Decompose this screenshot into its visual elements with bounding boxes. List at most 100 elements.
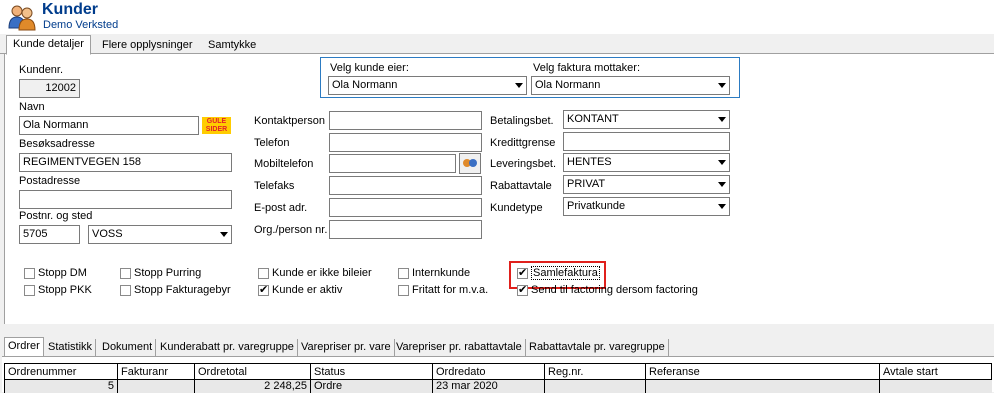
mottaker-select[interactable]: Ola Normann	[531, 76, 730, 95]
column-header[interactable]: Ordredato	[432, 363, 544, 380]
navn-field[interactable]: Ola Normann	[19, 116, 199, 135]
column-header[interactable]: Fakturanr	[117, 363, 194, 380]
besok-field[interactable]: REGIMENTVEGEN 158	[19, 153, 232, 172]
fritatt-mva-checkbox[interactable]	[398, 285, 409, 296]
cell-status[interactable]: Ordre	[310, 380, 432, 393]
post-label: Postadresse	[19, 175, 81, 187]
post-field[interactable]	[19, 190, 232, 209]
kundenr-label: Kundenr.	[19, 64, 64, 76]
tab-kunde-detaljer[interactable]: Kunde detaljer	[6, 35, 91, 55]
app-subtitle: Demo Verksted	[43, 19, 119, 31]
internkunde-checkbox[interactable]	[398, 268, 409, 279]
orders-grid: Ordrenummer Fakturanr Ordretotal Status …	[2, 356, 994, 393]
kundetype-value: Privatkunde	[567, 200, 626, 212]
sted-value: VOSS	[92, 228, 123, 240]
column-header[interactable]: Reg.nr.	[544, 363, 645, 380]
kundenr-field: 12002	[19, 79, 80, 98]
cell-ordrenummer[interactable]: 5	[4, 380, 117, 393]
kontaktperson-label: Kontaktperson	[254, 115, 325, 127]
sted-select[interactable]: VOSS	[88, 225, 232, 244]
chevron-down-icon	[718, 182, 726, 187]
tab-statistikk[interactable]: Statistikk	[45, 339, 97, 356]
chevron-down-icon	[718, 160, 726, 165]
gule-sider-button[interactable]: GULE SIDER	[202, 117, 231, 134]
orgnr-field[interactable]	[329, 220, 482, 239]
rabatt-select[interactable]: PRIVAT	[563, 175, 730, 194]
eier-label: Velg kunde eier:	[330, 62, 409, 74]
mobil-field[interactable]	[329, 154, 456, 173]
telefon-field[interactable]	[329, 133, 482, 152]
factoring-label: Send til factoring dersom factoring	[531, 284, 698, 296]
samlefaktura-label: Samlefaktura	[531, 266, 600, 280]
rabatt-value: PRIVAT	[567, 178, 606, 190]
cell-regnr[interactable]	[544, 380, 645, 393]
telefaks-label: Telefaks	[254, 180, 295, 192]
tab-ordrer[interactable]: Ordrer	[4, 337, 44, 357]
cell-ordredato[interactable]: 23 mar 2020	[432, 380, 544, 393]
app-header: Kunder Demo Verksted	[0, 0, 994, 34]
stopp-fakturagebyr-label: Stopp Fakturagebyr	[134, 284, 231, 296]
stopp-purring-checkbox[interactable]	[120, 268, 131, 279]
tab-rabattavtale-varegruppe[interactable]: Rabattavtale pr. varegruppe	[526, 339, 669, 356]
tab-kunderabatt[interactable]: Kunderabatt pr. varegruppe	[157, 339, 298, 356]
kreditt-field[interactable]	[563, 132, 730, 151]
mottaker-value: Ola Normann	[535, 79, 601, 91]
cell-ordretotal[interactable]: 2 248,25	[194, 380, 310, 393]
navn-label: Navn	[19, 101, 45, 113]
column-header[interactable]: Ordrenummer	[4, 363, 117, 380]
samlefaktura-checkbox[interactable]	[517, 266, 528, 279]
aktiv-checkbox[interactable]	[258, 283, 269, 296]
levering-select[interactable]: HENTES	[563, 153, 730, 172]
aktiv-label: Kunde er aktiv	[272, 284, 343, 296]
chevron-down-icon	[515, 83, 523, 88]
kundetype-label: Kundetype	[490, 202, 543, 214]
internkunde-label: Internkunde	[412, 267, 471, 279]
factoring-checkbox[interactable]	[517, 283, 528, 296]
kundetype-select[interactable]: Privatkunde	[563, 197, 730, 216]
column-header[interactable]: Referanse	[645, 363, 879, 380]
tab-varepriser-rabattavtale[interactable]: Varepriser pr. rabattavtale	[393, 339, 526, 356]
tab-flere-opplysninger[interactable]: Flere opplysninger	[96, 37, 199, 54]
rabatt-label: Rabattavtale	[490, 180, 552, 192]
levering-label: Leveringsbet.	[490, 158, 557, 170]
epost-label: E-post adr.	[254, 202, 308, 214]
besok-label: Besøksadresse	[19, 138, 95, 150]
gule-sider-label-top: GULE	[206, 118, 227, 125]
mobil-label: Mobiltelefon	[254, 158, 314, 170]
telefaks-field[interactable]	[329, 176, 482, 195]
contact-lookup-button[interactable]	[459, 153, 481, 174]
kontaktperson-field[interactable]	[329, 111, 482, 130]
stopp-dm-label: Stopp DM	[38, 267, 87, 279]
lower-tabs: Ordrer Statistikk Dokument Kunderabatt p…	[0, 336, 994, 357]
gule-sider-label-bottom: SIDER	[205, 126, 228, 133]
column-header[interactable]: Ordretotal	[194, 363, 310, 380]
cell-referanse[interactable]	[645, 380, 879, 393]
eier-select[interactable]: Ola Normann	[328, 76, 527, 95]
app-title: Kunder	[42, 1, 98, 18]
chevron-down-icon	[718, 204, 726, 209]
betaling-select[interactable]: KONTANT	[563, 110, 730, 129]
tab-dokument[interactable]: Dokument	[99, 339, 157, 356]
column-header[interactable]: Status	[310, 363, 432, 380]
orgnr-label: Org./person nr.	[254, 224, 328, 236]
chevron-down-icon	[220, 232, 228, 237]
stopp-fakturagebyr-checkbox[interactable]	[120, 285, 131, 296]
epost-field[interactable]	[329, 198, 482, 217]
users-icon	[8, 5, 36, 31]
ikke-bileier-checkbox[interactable]	[258, 268, 269, 279]
tab-varepriser-vare[interactable]: Varepriser pr. vare	[298, 339, 395, 356]
mottaker-label: Velg faktura mottaker:	[533, 62, 640, 74]
chevron-down-icon	[718, 83, 726, 88]
cell-fakturanr[interactable]	[117, 380, 194, 393]
ikke-bileier-label: Kunde er ikke bileier	[272, 267, 372, 279]
tab-samtykke[interactable]: Samtykke	[202, 37, 262, 54]
detail-tabs: Kunde detaljer Flere opplysninger Samtyk…	[0, 34, 994, 55]
cell-avtale-start[interactable]	[879, 380, 992, 393]
levering-value: HENTES	[567, 156, 612, 168]
column-header[interactable]: Avtale start	[879, 363, 992, 380]
stopp-dm-checkbox[interactable]	[24, 268, 35, 279]
kreditt-label: Kredittgrense	[490, 137, 556, 149]
betaling-value: KONTANT	[567, 113, 619, 125]
stopp-pkk-checkbox[interactable]	[24, 285, 35, 296]
postnr-field[interactable]: 5705	[19, 225, 80, 244]
